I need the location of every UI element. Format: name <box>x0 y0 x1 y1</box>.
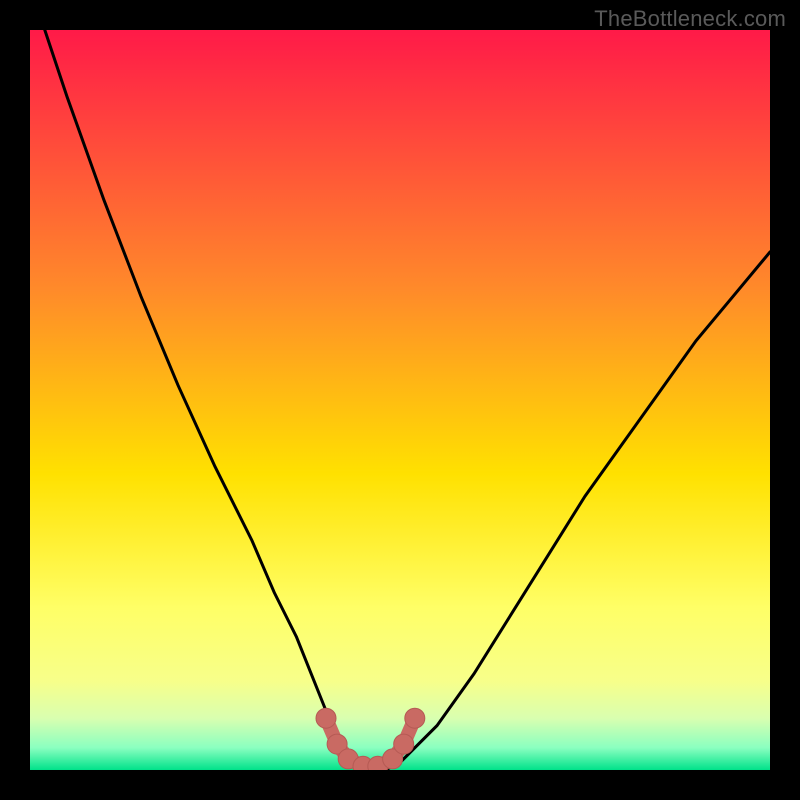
sweet-spot-point <box>394 734 414 754</box>
sweet-spot-point <box>316 708 336 728</box>
chart-plot <box>30 30 770 770</box>
gradient-heat-background <box>30 30 770 770</box>
sweet-spot-point <box>405 708 425 728</box>
watermark-label: TheBottleneck.com <box>594 6 786 32</box>
chart-frame: TheBottleneck.com <box>0 0 800 800</box>
